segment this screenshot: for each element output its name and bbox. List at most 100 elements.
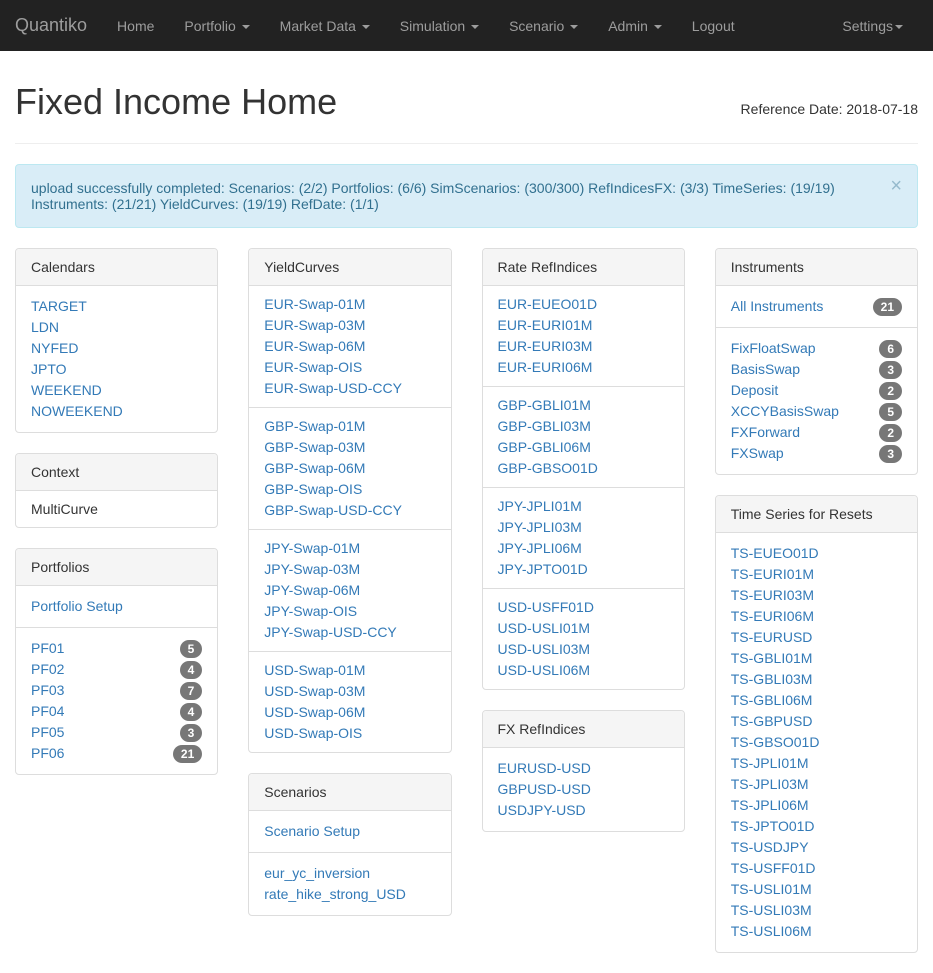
calendar-link[interactable]: JPTO [31, 359, 202, 380]
rateref-link[interactable]: EUR-EURI01M [498, 315, 669, 336]
nav-scenario[interactable]: Scenario [494, 3, 593, 49]
rateref-link[interactable]: GBP-GBLI01M [498, 395, 669, 416]
timeseries-link[interactable]: TS-EURUSD [731, 627, 902, 648]
yieldcurve-link[interactable]: GBP-Swap-06M [264, 458, 435, 479]
yieldcurve-link[interactable]: GBP-Swap-01M [264, 416, 435, 437]
timeseries-link[interactable]: TS-EUEO01D [731, 543, 902, 564]
instrument-link[interactable]: Deposit [731, 380, 778, 401]
instrument-link[interactable]: FXForward [731, 422, 800, 443]
chevron-down-icon [895, 25, 903, 29]
timeseries-link[interactable]: TS-JPLI06M [731, 795, 902, 816]
timeseries-link[interactable]: TS-GBPUSD [731, 711, 902, 732]
yieldcurve-link[interactable]: USD-Swap-01M [264, 660, 435, 681]
instrument-count-badge: 21 [873, 298, 902, 316]
rateref-link[interactable]: EUR-EUEO01D [498, 294, 669, 315]
timeseries-link[interactable]: TS-EURI06M [731, 606, 902, 627]
chevron-down-icon [654, 25, 662, 29]
yieldcurve-link[interactable]: JPY-Swap-OIS [264, 601, 435, 622]
fxref-link[interactable]: EURUSD-USD [498, 758, 669, 779]
calendar-link[interactable]: WEEKEND [31, 380, 202, 401]
portfolio-link[interactable]: PF04 [31, 701, 64, 722]
scenario-link[interactable]: eur_yc_inversion [264, 863, 435, 884]
rateref-link[interactable]: USD-USLI03M [498, 639, 669, 660]
context-panel: Context MultiCurve [15, 453, 218, 528]
yieldcurve-link[interactable]: GBP-Swap-OIS [264, 479, 435, 500]
rateref-link[interactable]: JPY-JPTO01D [498, 559, 669, 580]
calendar-link[interactable]: NOWEEKEND [31, 401, 202, 422]
fxref-link[interactable]: USDJPY-USD [498, 800, 669, 821]
nav-admin[interactable]: Admin [593, 3, 677, 49]
timeseries-link[interactable]: TS-USFF01D [731, 858, 902, 879]
rateref-link[interactable]: EUR-EURI06M [498, 357, 669, 378]
yieldcurve-link[interactable]: USD-Swap-06M [264, 702, 435, 723]
yieldcurve-link[interactable]: EUR-Swap-USD-CCY [264, 378, 435, 399]
yieldcurve-link[interactable]: JPY-Swap-03M [264, 559, 435, 580]
instrument-link[interactable]: FXSwap [731, 443, 784, 464]
timeseries-link[interactable]: TS-EURI03M [731, 585, 902, 606]
portfolio-link[interactable]: PF02 [31, 659, 64, 680]
timeseries-link[interactable]: TS-GBLI03M [731, 669, 902, 690]
instrument-link[interactable]: XCCYBasisSwap [731, 401, 839, 422]
timeseries-link[interactable]: TS-JPLI03M [731, 774, 902, 795]
timeseries-link[interactable]: TS-USLI03M [731, 900, 902, 921]
rateref-link[interactable]: USD-USLI06M [498, 660, 669, 681]
yieldcurve-link[interactable]: USD-Swap-03M [264, 681, 435, 702]
page-title: Fixed Income Home [15, 81, 337, 123]
yieldcurve-link[interactable]: USD-Swap-OIS [264, 723, 435, 744]
nav-portfolio[interactable]: Portfolio [169, 3, 264, 49]
rateref-link[interactable]: USD-USLI01M [498, 618, 669, 639]
nav-home[interactable]: Home [102, 3, 169, 49]
rateref-link[interactable]: EUR-EURI03M [498, 336, 669, 357]
yieldcurve-link[interactable]: EUR-Swap-06M [264, 336, 435, 357]
yieldcurve-link[interactable]: GBP-Swap-03M [264, 437, 435, 458]
timeseries-link[interactable]: TS-GBLI01M [731, 648, 902, 669]
rateref-link[interactable]: USD-USFF01D [498, 597, 669, 618]
chevron-down-icon [570, 25, 578, 29]
calendars-panel: Calendars TARGETLDNNYFEDJPTOWEEKENDNOWEE… [15, 248, 218, 433]
instrument-link[interactable]: FixFloatSwap [731, 338, 816, 359]
timeseries-link[interactable]: TS-USLI06M [731, 921, 902, 942]
rateref-link[interactable]: GBP-GBLI03M [498, 416, 669, 437]
timeseries-link[interactable]: TS-JPTO01D [731, 816, 902, 837]
portfolio-link[interactable]: PF03 [31, 680, 64, 701]
calendar-link[interactable]: NYFED [31, 338, 202, 359]
portfolio-setup-link[interactable]: Portfolio Setup [31, 596, 202, 617]
scenario-setup-link[interactable]: Scenario Setup [264, 821, 435, 842]
scenario-link[interactable]: rate_hike_strong_USD [264, 884, 435, 905]
yieldcurve-link[interactable]: EUR-Swap-OIS [264, 357, 435, 378]
chevron-down-icon [471, 25, 479, 29]
yieldcurve-link[interactable]: EUR-Swap-01M [264, 294, 435, 315]
nav-simulation[interactable]: Simulation [385, 3, 494, 49]
yieldcurve-link[interactable]: EUR-Swap-03M [264, 315, 435, 336]
rateref-link[interactable]: JPY-JPLI06M [498, 538, 669, 559]
timeseries-link[interactable]: TS-EURI01M [731, 564, 902, 585]
calendar-link[interactable]: LDN [31, 317, 202, 338]
panel-heading: FX RefIndices [483, 711, 684, 748]
yieldcurve-link[interactable]: JPY-Swap-USD-CCY [264, 622, 435, 643]
nav-logout[interactable]: Logout [677, 3, 750, 49]
fxref-link[interactable]: GBPUSD-USD [498, 779, 669, 800]
nav-settings[interactable]: Settings [827, 3, 918, 49]
rateref-link[interactable]: GBP-GBLI06M [498, 437, 669, 458]
rateref-link[interactable]: GBP-GBSO01D [498, 458, 669, 479]
rate-refindices-panel: Rate RefIndices EUR-EUEO01DEUR-EURI01MEU… [482, 248, 685, 690]
instrument-link[interactable]: BasisSwap [731, 359, 800, 380]
timeseries-link[interactable]: TS-GBSO01D [731, 732, 902, 753]
all-instruments-link[interactable]: All Instruments [731, 296, 824, 317]
calendar-link[interactable]: TARGET [31, 296, 202, 317]
timeseries-link[interactable]: TS-USDJPY [731, 837, 902, 858]
yieldcurve-link[interactable]: JPY-Swap-06M [264, 580, 435, 601]
close-icon[interactable]: × [890, 175, 902, 198]
timeseries-link[interactable]: TS-JPLI01M [731, 753, 902, 774]
portfolio-link[interactable]: PF01 [31, 638, 64, 659]
timeseries-link[interactable]: TS-GBLI06M [731, 690, 902, 711]
rateref-link[interactable]: JPY-JPLI03M [498, 517, 669, 538]
yieldcurve-link[interactable]: JPY-Swap-01M [264, 538, 435, 559]
portfolio-link[interactable]: PF05 [31, 722, 64, 743]
portfolio-link[interactable]: PF06 [31, 743, 64, 764]
rateref-link[interactable]: JPY-JPLI01M [498, 496, 669, 517]
nav-market-data[interactable]: Market Data [265, 3, 385, 49]
timeseries-link[interactable]: TS-USLI01M [731, 879, 902, 900]
navbar-brand[interactable]: Quantiko [0, 0, 102, 51]
yieldcurve-link[interactable]: GBP-Swap-USD-CCY [264, 500, 435, 521]
